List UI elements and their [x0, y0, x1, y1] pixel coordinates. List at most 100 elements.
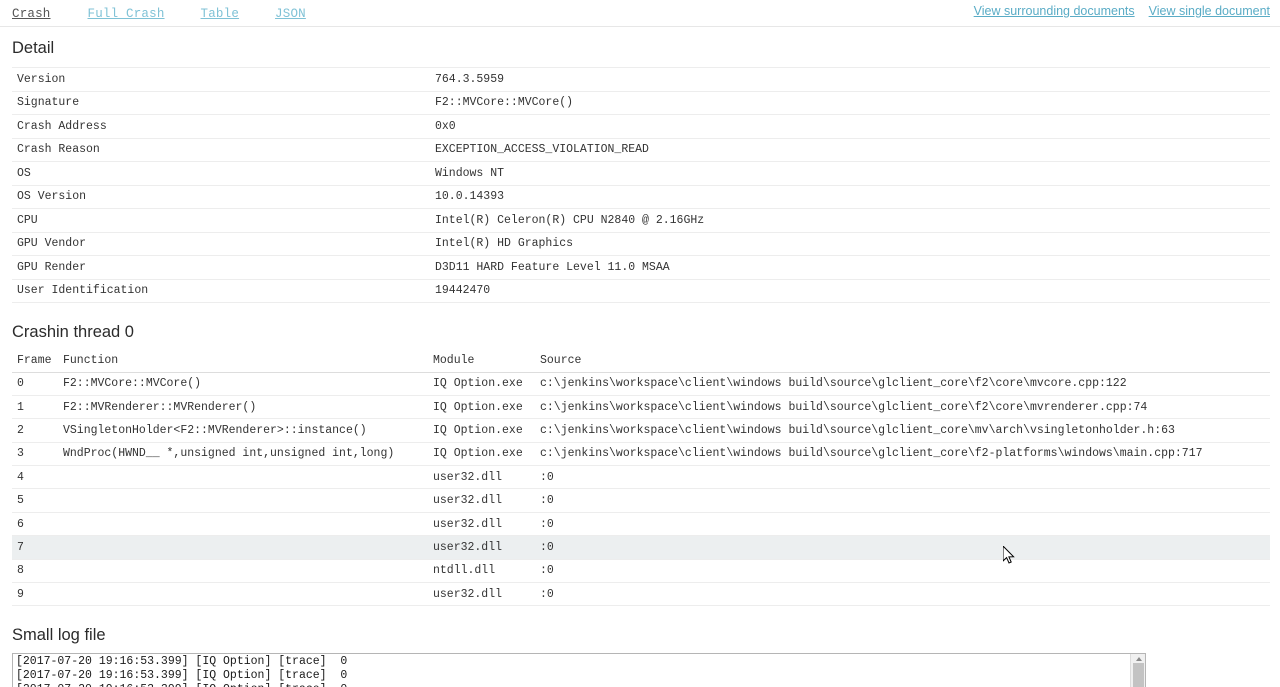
- log-content: [2017-07-20 19:16:53.399] [IQ Option] [t…: [16, 655, 348, 687]
- detail-key: Signature: [17, 96, 80, 110]
- table-row: OS Windows NT: [12, 162, 1270, 185]
- frame-module: ntdll.dll: [433, 564, 496, 578]
- frame-index: 4: [17, 470, 24, 484]
- stack-frames-header: Frame Function Module Source: [12, 350, 1270, 373]
- frame-source: c:\jenkins\workspace\client\windows buil…: [540, 400, 1148, 414]
- detail-table-body: Version 764.3.5959 Signature F2::MVCore::M…: [12, 67, 1270, 303]
- table-row[interactable]: 7 user32.dll :0: [12, 535, 1270, 560]
- tab-bar: Crash Full Crash Table JSON View surroun…: [0, 0, 1280, 27]
- detail-value: D3D11 HARD Feature Level 11.0 MSAA: [435, 260, 670, 274]
- frame-module: IQ Option.exe: [433, 447, 523, 461]
- table-row[interactable]: 6 user32.dll :0: [12, 512, 1270, 536]
- log-container: [2017-07-20 19:16:53.399] [IQ Option] [t…: [0, 653, 1280, 687]
- frame-index: 8: [17, 564, 24, 578]
- table-row[interactable]: 0 F2::MVCore::MVCore() IQ Option.exe c:\jen…: [12, 372, 1270, 396]
- frame-index: 0: [17, 377, 24, 391]
- detail-value: Intel(R) HD Graphics: [435, 237, 574, 251]
- frame-source: c:\jenkins\workspace\client\windows buil…: [540, 447, 1203, 461]
- frame-function: [63, 536, 433, 559]
- frame-index: 7: [17, 540, 24, 554]
- stack-frames-table: Frame Function Module Source 0 F2::MVCore…: [12, 350, 1270, 606]
- detail-key: GPU Render: [17, 260, 87, 274]
- detail-value: F2::MVCore::MVCore(): [435, 96, 574, 110]
- table-row: User Identification 19442470: [12, 279, 1270, 303]
- frame-source: c:\jenkins\workspace\client\windows buil…: [540, 377, 1127, 391]
- frame-source: :0: [540, 587, 554, 601]
- table-row: OS Version 10.0.14393: [12, 185, 1270, 209]
- detail-table: Version 764.3.5959 Signature F2::MVCore::M…: [12, 67, 1270, 303]
- frame-source: :0: [540, 540, 554, 554]
- detail-value: EXCEPTION_ACCESS_VIOLATION_READ: [435, 143, 649, 157]
- frame-source: c:\jenkins\workspace\client\windows buil…: [540, 423, 1175, 437]
- frame-source: :0: [540, 517, 554, 531]
- frame-index: 1: [17, 400, 24, 414]
- frame-function: [63, 489, 433, 512]
- table-row[interactable]: 1 F2::MVRenderer::MVRenderer() IQ Option.e…: [12, 395, 1270, 419]
- frame-module: IQ Option.exe: [433, 400, 523, 414]
- detail-value: Windows NT: [435, 166, 505, 180]
- column-header-frame: Frame: [12, 350, 63, 373]
- frame-module: user32.dll: [433, 470, 503, 484]
- table-row: Signature F2::MVCore::MVCore(): [12, 91, 1270, 115]
- frame-function: WndProc(HWND__ *,unsigned int,unsigned i…: [63, 447, 395, 461]
- frame-module: IQ Option.exe: [433, 423, 523, 437]
- frame-source: :0: [540, 470, 554, 484]
- detail-key: GPU Vendor: [17, 237, 87, 251]
- frame-module: user32.dll: [433, 587, 503, 601]
- frame-index: 9: [17, 587, 24, 601]
- column-header-source: Source: [540, 350, 1270, 373]
- table-row[interactable]: 3 WndProc(HWND__ *,unsigned int,unsigned …: [12, 442, 1270, 466]
- table-row[interactable]: 8 ntdll.dll :0: [12, 559, 1270, 583]
- scrollbar-thumb[interactable]: [1133, 663, 1144, 687]
- detail-value: 10.0.14393: [435, 190, 505, 204]
- scroll-up-arrow-icon[interactable]: [1131, 654, 1145, 664]
- detail-key: CPU: [17, 213, 38, 227]
- crashing-thread-heading: Crashin thread 0: [12, 323, 134, 341]
- detail-key: Version: [17, 72, 66, 86]
- log-scrollbar[interactable]: [1130, 654, 1145, 687]
- frame-function: F2::MVCore::MVCore(): [63, 377, 202, 391]
- frame-function: F2::MVRenderer::MVRenderer(): [63, 400, 257, 414]
- tab-full-crash[interactable]: Full Crash: [88, 7, 165, 21]
- frame-function: [63, 512, 433, 535]
- frame-module: user32.dll: [433, 517, 503, 531]
- column-header-function: Function: [63, 350, 433, 373]
- detail-value: 764.3.5959: [435, 72, 505, 86]
- detail-key: OS Version: [17, 190, 87, 204]
- detail-key: User Identification: [17, 284, 149, 298]
- table-row: Crash Address 0x0: [12, 115, 1270, 138]
- table-row: Crash Reason EXCEPTION_ACCESS_VIOLATION_R…: [12, 138, 1270, 162]
- top-links: View surrounding documents View single d…: [960, 4, 1270, 18]
- frame-function: VSingletonHolder<F2::MVRenderer>::instan…: [63, 423, 367, 437]
- table-row: CPU Intel(R) Celeron(R) CPU N2840 @ 2.16G…: [12, 209, 1270, 232]
- detail-value: Intel(R) Celeron(R) CPU N2840 @ 2.16GHz: [435, 213, 705, 227]
- table-row[interactable]: 5 user32.dll:0: [12, 489, 1270, 513]
- detail-heading: Detail: [12, 39, 55, 57]
- frame-function: [63, 559, 433, 582]
- frame-source: :0: [540, 564, 554, 578]
- table-row[interactable]: 4 user32.dll :0: [12, 466, 1270, 489]
- log-textarea[interactable]: [2017-07-20 19:16:53.399] [IQ Option] [t…: [12, 653, 1146, 687]
- frame-function: [63, 583, 433, 606]
- frame-index: 5: [17, 494, 24, 508]
- table-row[interactable]: 2 VSingletonHolder<F2::MVRenderer>::insta…: [12, 419, 1270, 443]
- stack-frames-body: 0 F2::MVCore::MVCore() IQ Option.exe c:\jen…: [12, 372, 1270, 606]
- frame-index: 6: [17, 517, 24, 531]
- column-header-module: Module: [433, 350, 540, 373]
- view-surrounding-documents-link[interactable]: View surrounding documents: [974, 4, 1135, 18]
- table-row: GPU Render D3D11 HARD Feature Level 11.0 …: [12, 256, 1270, 279]
- tab-table[interactable]: Table: [201, 7, 240, 21]
- tab-crash[interactable]: Crash: [12, 7, 51, 21]
- detail-key: Crash Address: [17, 119, 107, 133]
- frame-index: 2: [17, 423, 24, 437]
- frame-module: user32.dll: [433, 494, 503, 508]
- frame-module: user32.dll: [433, 540, 503, 554]
- table-row: Version 764.3.5959: [12, 67, 1270, 91]
- frame-function: [63, 466, 433, 489]
- table-row[interactable]: 9 user32.dll :0: [12, 583, 1270, 606]
- detail-value: 0x0: [435, 119, 456, 133]
- detail-key: Crash Reason: [17, 143, 100, 157]
- tab-json[interactable]: JSON: [275, 7, 306, 21]
- view-single-document-link[interactable]: View single document: [1149, 4, 1270, 18]
- frame-module: IQ Option.exe: [433, 377, 523, 391]
